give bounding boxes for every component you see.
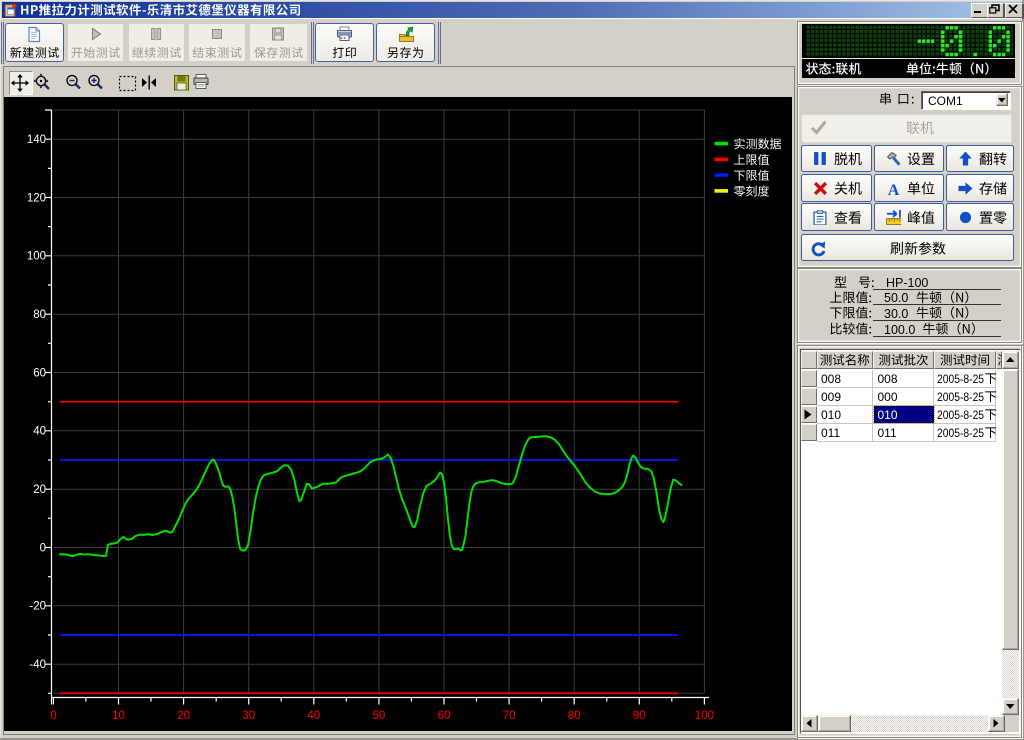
svg-text:40: 40 [33, 426, 46, 438]
svg-text:10: 10 [112, 710, 125, 722]
svg-text:140: 140 [27, 134, 46, 146]
svg-text:70: 70 [503, 710, 516, 722]
svg-text:100: 100 [695, 710, 714, 722]
svg-text:80: 80 [33, 309, 46, 321]
svg-text:90: 90 [633, 710, 646, 722]
svg-text:20: 20 [33, 484, 46, 496]
svg-text:60: 60 [33, 367, 46, 379]
svg-text:20: 20 [177, 710, 190, 722]
svg-text:0: 0 [40, 542, 46, 554]
svg-text:A: A [888, 181, 900, 195]
svg-text:60: 60 [438, 710, 451, 722]
svg-text:0: 0 [50, 710, 56, 722]
svg-text:30: 30 [242, 710, 255, 722]
svg-text:-20: -20 [29, 601, 46, 613]
svg-text:50: 50 [373, 710, 386, 722]
svg-text:120: 120 [27, 192, 46, 204]
svg-text:40: 40 [307, 710, 320, 722]
svg-text:100: 100 [27, 251, 46, 263]
svg-text:-40: -40 [29, 659, 46, 671]
svg-text:80: 80 [568, 710, 581, 722]
